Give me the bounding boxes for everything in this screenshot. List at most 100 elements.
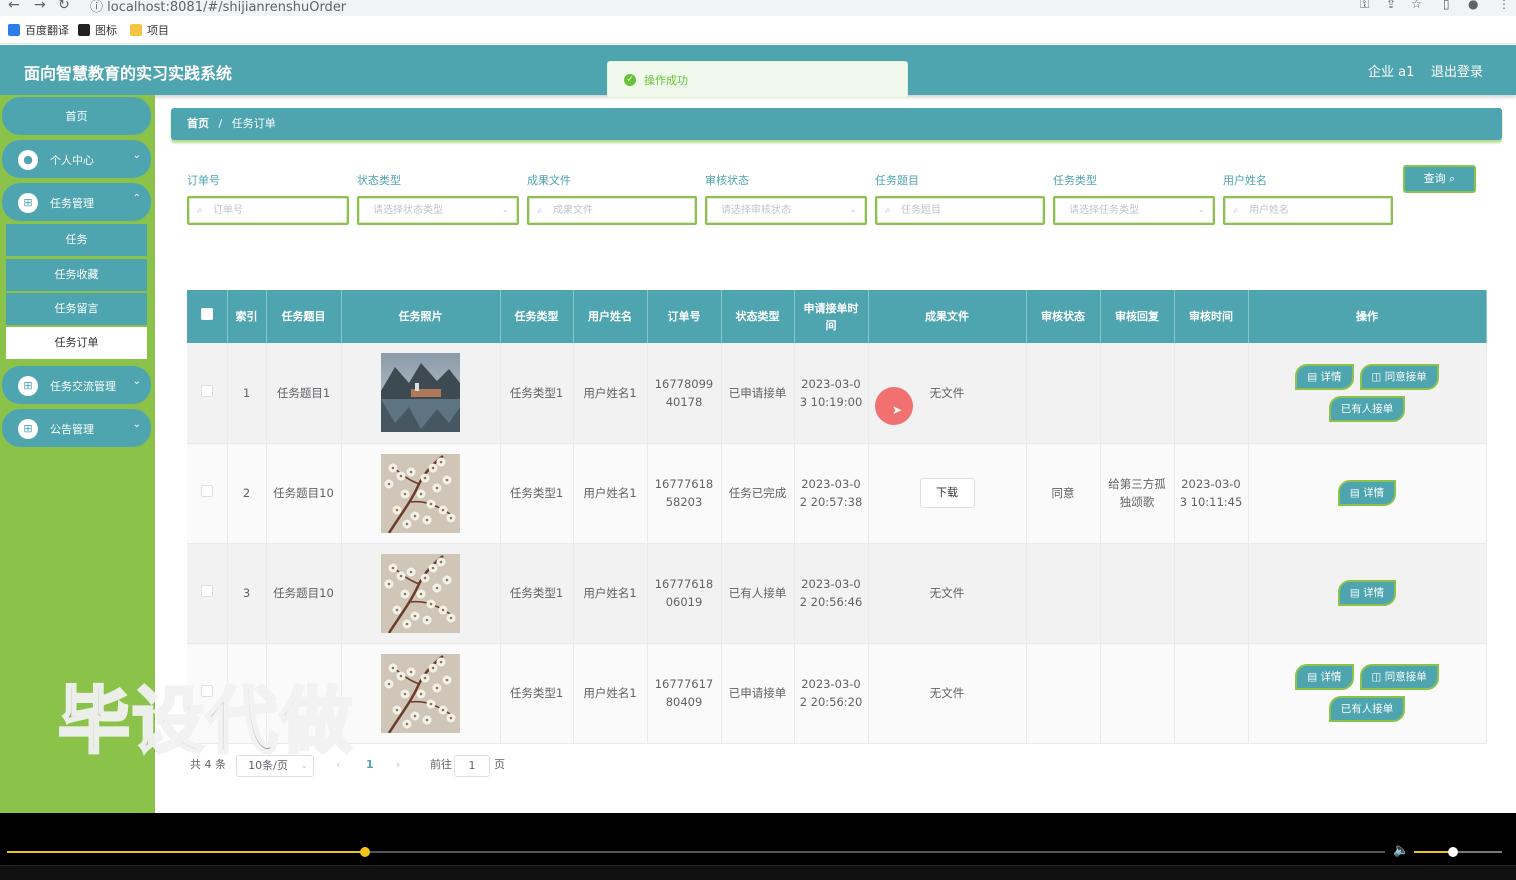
page-number-current[interactable]: 1	[366, 755, 374, 775]
sidebar-item-notice[interactable]: ⊞ 公告管理 ⌄	[2, 409, 151, 447]
sidebar-item-task-mgmt[interactable]: ⊞ 任务管理 ⌃	[2, 183, 151, 221]
translate-icon	[8, 24, 20, 36]
row-checkbox[interactable]	[200, 384, 213, 397]
share-icon[interactable]: ⇪	[1386, 0, 1396, 11]
select-all-header	[187, 290, 228, 343]
download-button[interactable]: 下载	[919, 478, 975, 508]
taken-order-button[interactable]: 已有人接单	[1328, 395, 1406, 422]
order-no-cell: 16777617 80409	[647, 643, 722, 744]
filter-label: 状态类型	[357, 174, 401, 187]
profile-icon[interactable]: ●	[1468, 0, 1478, 11]
review-reply-cell	[1100, 643, 1175, 744]
seek-progress	[7, 851, 365, 853]
taken-order-button[interactable]: 已有人接单	[1328, 696, 1406, 722]
filter-select[interactable]: 请选择状态类型 ⌄	[357, 196, 519, 225]
sidebar-subitem-favorites[interactable]: 任务收藏	[6, 259, 147, 291]
task-photo	[342, 353, 500, 433]
user-cell: 用户姓名1	[573, 643, 648, 744]
time-line: 2 20:57:38	[799, 495, 863, 509]
goto-page-input[interactable]: 1	[454, 755, 490, 777]
detail-button[interactable]: ▤ 详情	[1295, 664, 1354, 690]
sidebar-subitem-task[interactable]: 任务	[6, 224, 147, 256]
apply-time-cell: 2023-03-0 2 20:57:38	[794, 443, 869, 544]
breadcrumb-current: 任务订单	[231, 117, 276, 130]
order-no-cell: 16777618 58203	[647, 443, 722, 544]
row-checkbox[interactable]	[200, 585, 213, 597]
user-icon: ●	[18, 150, 38, 170]
column-header: 状态类型	[721, 290, 795, 343]
time-line: 2023-03-0	[801, 677, 861, 691]
chevron-up-icon: ⌃	[132, 193, 141, 204]
time-line: 2 20:56:20	[799, 695, 863, 709]
volume-icon[interactable]: 🔈	[1393, 843, 1409, 858]
status-cell: 已申请接单	[721, 643, 795, 744]
sidebar-item-label: 任务交流管理	[50, 380, 116, 393]
info-icon: ⓘ	[90, 0, 108, 15]
player-controls-strip	[0, 865, 1516, 880]
app-title: 面向智慧教育的实习实践系统	[24, 64, 233, 83]
filter-placeholder: 请选择状态类型	[373, 205, 443, 216]
filter-placeholder: 用户姓名	[1249, 205, 1289, 216]
row-checkbox[interactable]	[200, 485, 213, 497]
query-button[interactable]: 查询 ⌕	[1403, 165, 1476, 193]
sidebar-subitem-comments[interactable]: 任务留言	[6, 293, 147, 325]
logout-link[interactable]: 退出登录	[1431, 61, 1483, 80]
button-label: 同意接单	[1384, 370, 1427, 383]
sidebar-item-exchange[interactable]: ⊞ 任务交流管理 ⌄	[2, 366, 151, 404]
table-header-row: 索引 任务题目 任务照片 任务类型 用户姓名 订单号 状态类型 申请接单时间 成…	[187, 290, 1487, 343]
bookmark-item[interactable]: 图标	[78, 22, 117, 38]
menu-dots-icon[interactable]: ⋮	[1498, 0, 1510, 11]
filter-select[interactable]: 请选择审核状态 ⌄	[705, 196, 867, 225]
apply-time-cell: 2023-03-0 2 20:56:20	[794, 643, 869, 744]
goto-label: 前往	[430, 758, 452, 771]
type-cell: 任务类型1	[500, 643, 574, 744]
accept-order-button[interactable]: ◫ 同意接单	[1359, 363, 1439, 390]
review-reply-cell	[1100, 543, 1175, 644]
star-icon[interactable]: ☆	[1411, 0, 1422, 11]
filter-input[interactable]: ⌕ 任务题目	[875, 196, 1045, 225]
filter-input[interactable]: ⌕ 成果文件	[527, 196, 697, 225]
seek-handle[interactable]	[360, 847, 370, 857]
time-line: 3 10:19:00	[799, 394, 863, 409]
breadcrumb-home[interactable]: 首页	[187, 117, 209, 130]
status-cell: 已申请接单	[721, 343, 795, 444]
video-player-bar: 🔈	[0, 813, 1516, 880]
forward-icon[interactable]: →	[34, 0, 46, 13]
review-status-cell	[1026, 643, 1101, 744]
key-icon[interactable]: ⚿	[1360, 0, 1369, 12]
photo-cell	[341, 443, 501, 544]
reload-icon[interactable]: ↻	[58, 0, 70, 13]
volume-handle[interactable]	[1448, 847, 1458, 857]
sidebar-item-home[interactable]: 首页	[2, 97, 151, 135]
accept-order-button[interactable]: ◫ 同意接单	[1359, 664, 1439, 690]
detail-button[interactable]: ▤ 详情	[1337, 580, 1397, 606]
url-field[interactable]: ⓘ localhost:8081/#/shijianrenshuOrder	[90, 0, 346, 15]
button-label: 同意接单	[1384, 671, 1427, 683]
sidebar-item-personal[interactable]: ● 个人中心 ⌄	[2, 140, 151, 178]
order-no-line: 40178	[665, 394, 703, 409]
bookmark-item[interactable]: 百度翻译	[8, 22, 69, 38]
review-time-cell: 2023-03-0 3 10:11:45	[1174, 443, 1249, 544]
review-time-cell	[1174, 543, 1249, 644]
query-button-label: 查询	[1423, 172, 1446, 185]
filter-input[interactable]: ⌕ 订单号	[187, 196, 349, 225]
sidepanel-icon[interactable]: ▯	[1443, 0, 1450, 11]
breadcrumb: 首页 / 任务订单	[171, 108, 1502, 140]
filter-input[interactable]: ⌕ 用户姓名	[1223, 196, 1393, 225]
sidebar-subitem-orders[interactable]: 任务订单	[6, 327, 147, 359]
button-label: 详情	[1320, 671, 1342, 683]
file-cell: 无文件	[868, 643, 1027, 744]
task-photo	[342, 653, 500, 733]
select-all-checkbox[interactable]	[200, 308, 213, 320]
detail-button[interactable]: ▤ 详情	[1337, 480, 1397, 506]
bookmark-item[interactable]: 项目	[130, 22, 169, 38]
back-icon[interactable]: ←	[8, 0, 20, 13]
next-page-icon[interactable]: ›	[396, 755, 400, 775]
button-label: 详情	[1363, 587, 1385, 599]
result-file: 无文件	[929, 686, 965, 700]
filter-select[interactable]: 请选择任务类型 ⌄	[1053, 196, 1215, 225]
button-label: 详情	[1320, 370, 1342, 383]
detail-button[interactable]: ▤ 详情	[1295, 363, 1354, 390]
grid-icon: ⊞	[18, 376, 38, 396]
column-header: 申请接单时间	[794, 290, 869, 343]
